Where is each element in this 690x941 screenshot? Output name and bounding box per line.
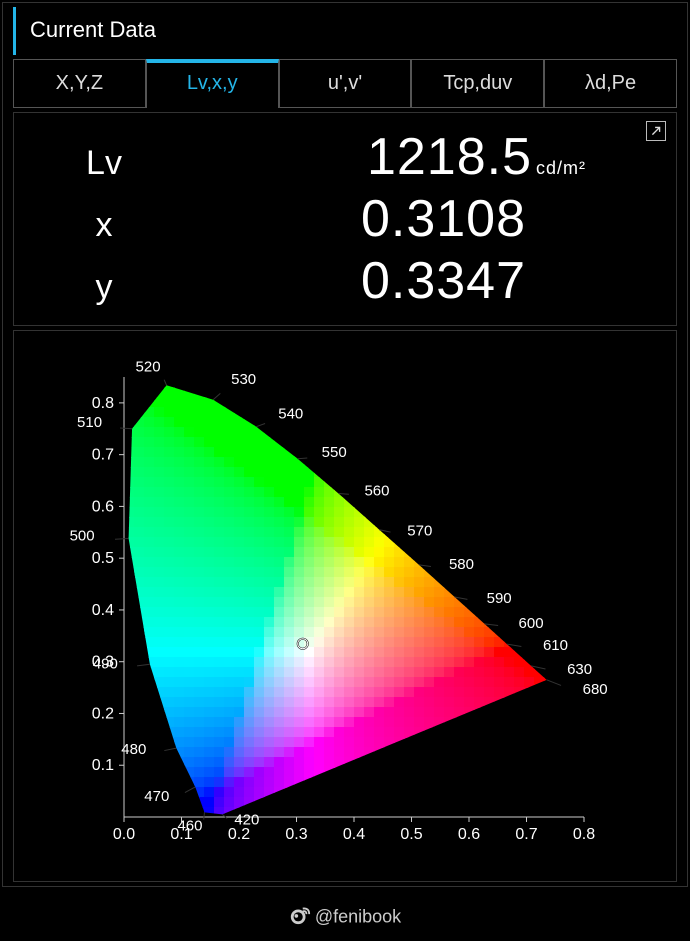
- tab-xyz[interactable]: X,Y,Z: [13, 59, 146, 108]
- tabs: X,Y,Z Lv,x,y u',v' Tcp,duv λd,Pe: [3, 59, 687, 108]
- svg-text:520: 520: [136, 358, 161, 375]
- readout-label-y: y: [44, 268, 164, 307]
- svg-text:0.6: 0.6: [458, 826, 480, 843]
- svg-text:0.2: 0.2: [228, 826, 250, 843]
- readout-value-x: 0.3108: [164, 189, 646, 249]
- watermark-handle: @fenibook: [315, 906, 401, 926]
- svg-text:420: 420: [234, 811, 259, 828]
- tab-lambdape[interactable]: λd,Pe: [544, 59, 677, 108]
- svg-text:500: 500: [70, 528, 95, 545]
- svg-text:680: 680: [583, 681, 608, 698]
- svg-text:560: 560: [364, 482, 389, 499]
- svg-text:0.1: 0.1: [92, 757, 114, 774]
- svg-text:0.5: 0.5: [92, 550, 114, 567]
- tab-tcpduv[interactable]: Tcp,duv: [411, 59, 544, 108]
- svg-text:0.3: 0.3: [285, 826, 307, 843]
- svg-text:470: 470: [144, 788, 169, 805]
- svg-text:530: 530: [231, 371, 256, 388]
- svg-text:490: 490: [93, 655, 118, 672]
- svg-text:570: 570: [407, 523, 432, 540]
- svg-text:0.5: 0.5: [400, 826, 422, 843]
- svg-text:610: 610: [543, 637, 568, 654]
- readout-panel: Lv 1218.5cd/m² x 0.3108 y 0.3347: [13, 112, 677, 326]
- watermark: @fenibook: [0, 904, 690, 931]
- svg-text:510: 510: [77, 414, 102, 431]
- svg-text:0.4: 0.4: [92, 602, 114, 619]
- readout-row-lv: Lv 1218.5cd/m²: [44, 127, 646, 187]
- readout-row-x: x 0.3108: [44, 189, 646, 249]
- readout-value-lv: 1218.5cd/m²: [164, 127, 646, 187]
- svg-text:0.7: 0.7: [92, 447, 114, 464]
- svg-text:0.7: 0.7: [515, 826, 537, 843]
- svg-text:0.2: 0.2: [92, 705, 114, 722]
- svg-text:0.8: 0.8: [92, 395, 114, 412]
- svg-text:590: 590: [487, 590, 512, 607]
- svg-text:580: 580: [449, 556, 474, 573]
- readout-unit-lv: cd/m²: [536, 158, 586, 178]
- svg-text:460: 460: [177, 817, 202, 834]
- svg-text:540: 540: [278, 406, 303, 423]
- svg-text:0.4: 0.4: [343, 826, 365, 843]
- svg-text:550: 550: [322, 444, 347, 461]
- svg-text:0.6: 0.6: [92, 498, 114, 515]
- expand-icon[interactable]: [646, 121, 666, 141]
- svg-text:0.0: 0.0: [113, 826, 135, 843]
- readout-row-y: y 0.3347: [44, 251, 646, 311]
- readout-label-x: x: [44, 206, 164, 245]
- tab-uv[interactable]: u',v': [279, 59, 412, 108]
- readout-value-y: 0.3347: [164, 251, 646, 311]
- readout-label-lv: Lv: [44, 144, 164, 183]
- svg-text:480: 480: [121, 741, 146, 758]
- tab-lvxy[interactable]: Lv,x,y: [146, 59, 279, 108]
- panel-title: Current Data: [13, 7, 687, 55]
- svg-text:0.8: 0.8: [573, 826, 595, 843]
- svg-text:600: 600: [519, 615, 544, 632]
- chromaticity-svg: 0.10.20.30.40.50.60.70.80.00.10.20.30.40…: [44, 347, 644, 867]
- svg-text:630: 630: [567, 661, 592, 678]
- weibo-icon: [289, 904, 311, 931]
- chromaticity-chart: 0.10.20.30.40.50.60.70.80.00.10.20.30.40…: [13, 330, 677, 882]
